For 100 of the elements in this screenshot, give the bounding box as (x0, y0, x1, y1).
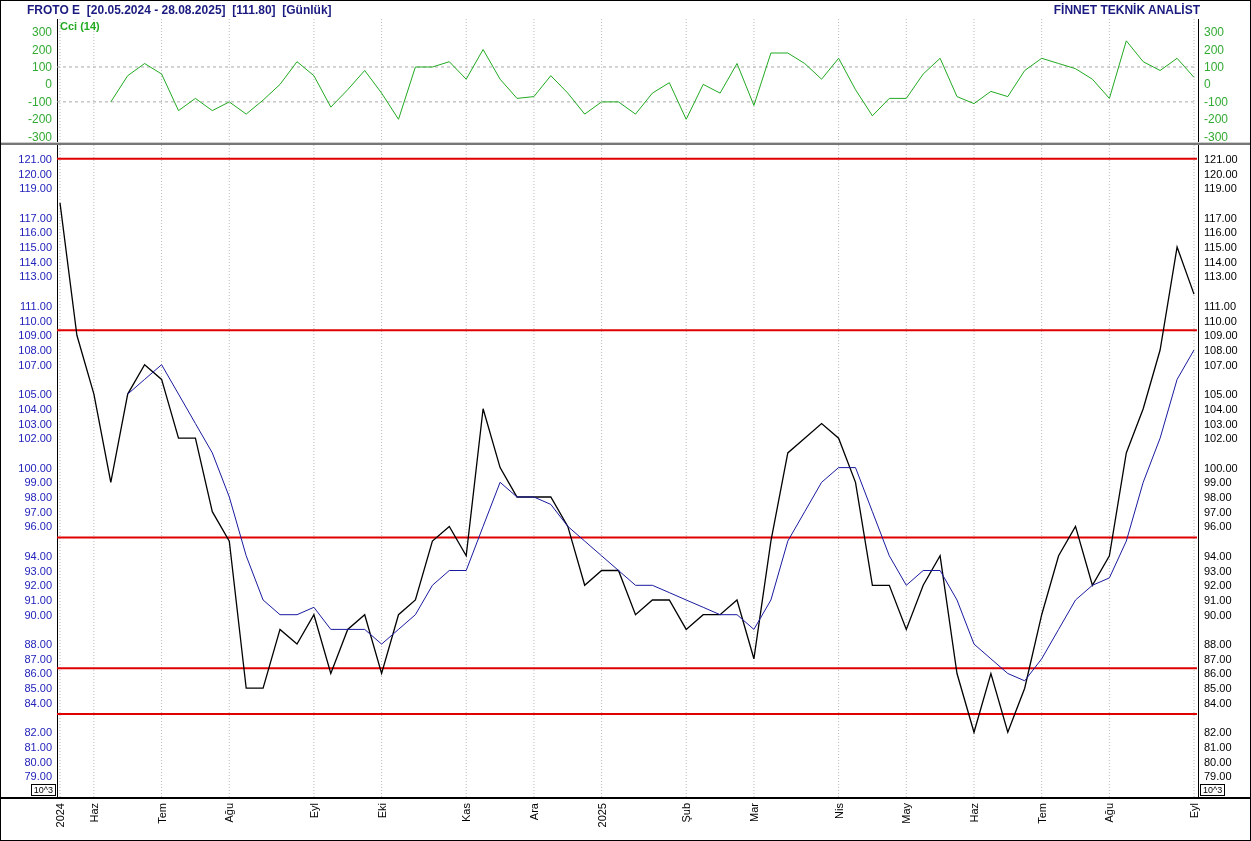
chart-title: FROTO E [20.05.2024 - 28.08.2025] [111.80] [Günlük] (27, 3, 332, 17)
axis-tick-label: 100 (1204, 59, 1225, 74)
axis-tick-label: 81.00 (1204, 740, 1232, 754)
axis-tick-label: 2025 (595, 803, 609, 828)
axis-tick-label: 86.00 (24, 666, 52, 681)
axis-tick-label: 85.00 (24, 681, 52, 696)
axis-tick-label: 87.00 (24, 651, 52, 666)
axis-tick-label: 120.00 (18, 166, 52, 181)
axis-tick-label: Ağu (1103, 803, 1117, 823)
axis-tick-label: 108.00 (1204, 342, 1238, 357)
axis-tick-label: 93.00 (24, 563, 52, 578)
axis-tick-label: 103.00 (1204, 416, 1238, 431)
axis-tick-label: 93.00 (1204, 563, 1232, 578)
axis-tick-label: 110.00 (19, 313, 52, 328)
axis-tick-label: 102.00 (18, 431, 52, 446)
axis-tick-label: 84.00 (24, 695, 52, 710)
axis-tick-label: Nis (832, 803, 846, 819)
axis-tick-label: 111.00 (20, 298, 52, 313)
axis-tick-label: 300 (1204, 25, 1225, 40)
axis-tick-label: 79.00 (1204, 769, 1232, 784)
axis-tick-label: 104.00 (1204, 401, 1238, 416)
axis-tick-label: 90.00 (24, 607, 52, 622)
axis-tick-label: 300 (31, 25, 52, 40)
axis-tick-label: 80.00 (1204, 754, 1232, 769)
axis-tick-label: 113.00 (19, 269, 52, 284)
axis-tick-label: 80.00 (24, 754, 52, 769)
axis-tick-label: Haz (87, 803, 101, 823)
axis-tick-label: 121.00 (1204, 151, 1238, 166)
axis-tick-label: Haz (967, 803, 981, 823)
axis-tick-label: 99.00 (24, 475, 52, 490)
axis-tick-label: 114.00 (19, 254, 52, 269)
axis-tick-label: 113.00 (1204, 269, 1237, 284)
axis-tick-label: Ara (527, 803, 541, 821)
axis-tick-label: 105.00 (18, 387, 52, 402)
axis-tick-label: 117.00 (1204, 210, 1237, 225)
scale-badge: 10^3 (1200, 784, 1226, 796)
axis-tick-label: 90.00 (1204, 607, 1232, 622)
axis-tick-label: Eyl (1188, 803, 1201, 819)
axis-tick-label: 94.00 (1204, 548, 1232, 563)
axis-tick-label: 107.00 (18, 357, 52, 372)
axis-tick-label: 96.00 (1204, 519, 1232, 534)
axis-tick-label: 200 (1204, 42, 1225, 57)
axis-tick-label: 100.00 (18, 460, 52, 475)
axis-tick-label: -100 (1204, 94, 1229, 109)
axis-tick-label: 114.00 (1204, 254, 1237, 269)
axis-tick-label: Mar (747, 803, 761, 822)
axis-tick-label: Tem (1035, 803, 1049, 824)
axis-tick-label: 115.00 (19, 240, 52, 255)
axis-tick-label: 96.00 (24, 519, 52, 534)
axis-tick-label: 107.00 (1204, 357, 1238, 372)
axis-tick-label: Kas (460, 803, 474, 822)
axis-tick-label: 98.00 (1204, 490, 1232, 504)
axis-tick-label: 102.00 (1204, 431, 1238, 446)
axis-tick-label: 86.00 (1204, 666, 1232, 681)
axis-tick-label: 84.00 (1204, 695, 1232, 710)
axis-tick-label: 109.00 (1204, 328, 1238, 343)
axis-tick-label: 108.00 (18, 342, 52, 357)
axis-tick-label: 87.00 (1204, 651, 1232, 666)
axis-tick-label: 82.00 (1204, 725, 1232, 740)
axis-tick-label: 115.00 (1204, 240, 1237, 255)
axis-tick-label: 99.00 (1204, 475, 1232, 490)
axis-tick-label: 0 (1204, 77, 1211, 92)
axis-tick-label: 120.00 (1204, 166, 1238, 181)
axis-tick-label: 0 (45, 77, 52, 92)
axis-tick-label: 94.00 (24, 548, 52, 563)
axis-tick-label: 103.00 (18, 416, 52, 431)
axis-tick-label: 88.00 (1204, 637, 1232, 652)
axis-tick-label: -300 (1204, 129, 1229, 144)
axis-tick-label: 81.00 (24, 740, 52, 754)
axis-tick-label: 121.00 (18, 151, 52, 166)
axis-tick-label: 116.00 (1204, 225, 1237, 240)
axis-tick-label: 111.00 (1204, 298, 1236, 313)
axis-tick-label: 109.00 (18, 328, 52, 343)
axis-tick-label: May (900, 803, 914, 824)
axis-tick-label: Eyl (307, 803, 321, 819)
axis-tick-label: 119.00 (19, 181, 52, 196)
axis-tick-label: -100 (27, 94, 52, 109)
axis-tick-label: 91.00 (24, 592, 52, 607)
axis-tick-label: 116.00 (19, 225, 52, 240)
axis-tick-label: -200 (27, 112, 52, 127)
axis-tick-label: 92.00 (1204, 578, 1232, 593)
axis-tick-label: 97.00 (1204, 504, 1232, 519)
axis-tick-label: 104.00 (18, 401, 52, 416)
axis-tick-label: -200 (1204, 112, 1229, 127)
axis-tick-label: 119.00 (1204, 181, 1237, 196)
brand-label: FİNNET TEKNİK ANALİST (1053, 3, 1200, 17)
axis-tick-label: Eki (375, 803, 389, 819)
axis-tick-label: 85.00 (1204, 681, 1232, 696)
axis-tick-label: 2024 (54, 803, 67, 828)
axis-tick-label: 110.00 (1204, 313, 1237, 328)
axis-tick-label: Şub (680, 803, 694, 823)
axis-tick-label: 79.00 (24, 769, 52, 784)
axis-tick-label: 97.00 (24, 504, 52, 519)
axis-tick-label: 105.00 (1204, 387, 1238, 402)
scale-badge: 10^3 (30, 784, 56, 796)
axis-tick-label: Tem (155, 803, 169, 824)
axis-tick-label: 82.00 (24, 725, 52, 740)
series-label: Cci (14) (60, 20, 100, 32)
axis-tick-label: 117.00 (19, 210, 52, 225)
axis-tick-label: Ağu (223, 803, 237, 823)
